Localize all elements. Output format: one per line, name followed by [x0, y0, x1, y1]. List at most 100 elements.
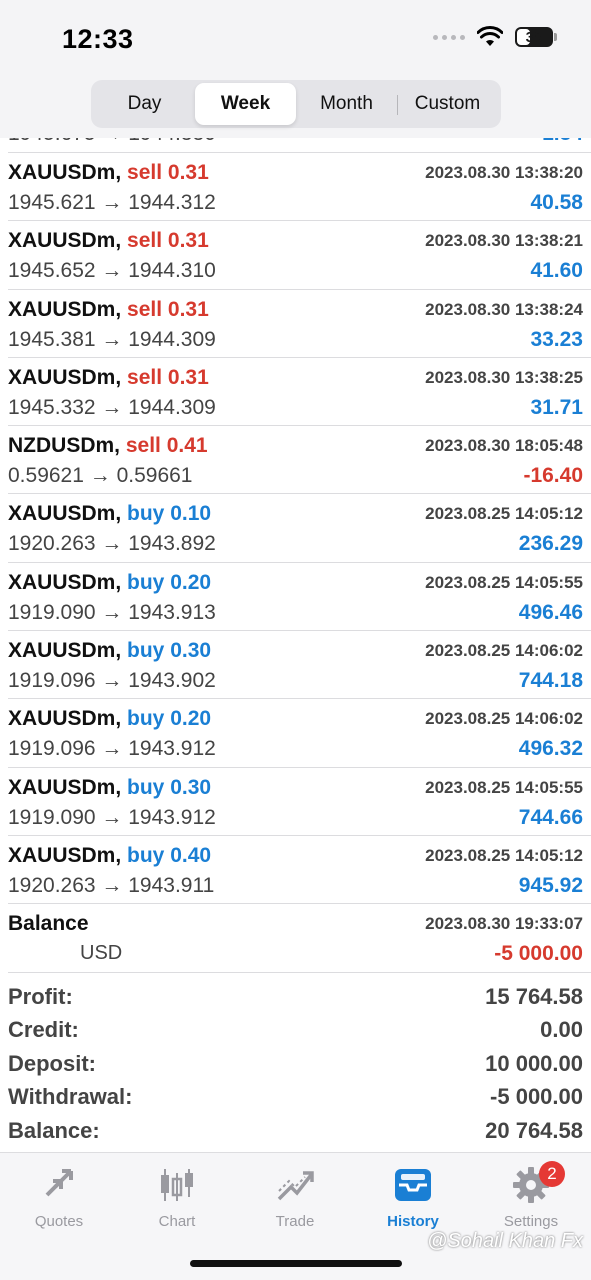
quotes-arrows-icon	[39, 1165, 79, 1205]
trade-prices: 1919.096 → 1943.902	[8, 669, 216, 693]
trade-action: buy 0.30	[127, 775, 212, 799]
trade-action: buy 0.20	[127, 707, 212, 731]
history-list[interactable]: 1945.675 → 1944.330 1.54 XAUUSDm, sell 0…	[0, 110, 591, 973]
tab-label: Settings	[503, 1213, 559, 1230]
trade-profit: 40.58	[530, 191, 583, 214]
trade-prices: 0.59621 → 0.59661	[8, 464, 193, 488]
trade-profit: 945.92	[518, 873, 583, 897]
trade-symbol: XAUUSDm, sell 0.31	[8, 229, 209, 253]
trade-profit: 33.23	[530, 327, 583, 351]
segment-day[interactable]: Day	[94, 83, 195, 125]
tab-trade[interactable]: Trade	[245, 1165, 345, 1245]
trade-prices: 1920.263 → 1943.911	[8, 873, 215, 897]
trade-prices: 1945.381 → 1944.309	[8, 327, 216, 351]
trade-datetime: 2023.08.25 14:05:12	[425, 504, 583, 524]
list-item[interactable]: XAUUSDm, buy 0.30 2023.08.25 14:06:02 1919…	[8, 631, 591, 700]
trade-prices: 1945.652 → 1944.310	[8, 259, 216, 283]
trade-action: sell 0.41	[125, 434, 208, 458]
list-item-balance[interactable]: Balance 2023.08.30 19:33:07 USD -5 000.00	[8, 904, 591, 973]
balance-label: Balance	[8, 912, 89, 936]
cellular-signal-icon	[433, 34, 465, 40]
trade-prices: 1920.263 → 1943.892	[8, 532, 216, 556]
battery-icon: 38	[515, 27, 557, 47]
tab-label: Trade	[275, 1213, 315, 1230]
tab-chart[interactable]: Chart	[127, 1165, 227, 1245]
trade-profit: 496.46	[518, 600, 583, 624]
trade-datetime: 2023.08.25 14:06:02	[425, 641, 583, 661]
trade-symbol: XAUUSDm, buy 0.40	[8, 843, 212, 867]
summary-value: 20 764.58	[485, 1117, 583, 1143]
segment-week[interactable]: Week	[195, 83, 296, 125]
trade-symbol: NZDUSDm, sell 0.41	[8, 434, 208, 458]
history-summary: Profit: 15 764.58 Credit: 0.00 Deposit: 10 00…	[8, 980, 583, 1148]
balance-description: USD	[80, 942, 123, 965]
trade-prices: 1919.090 → 1943.912	[8, 805, 216, 829]
summary-value: 10 000.00	[485, 1050, 583, 1076]
list-item[interactable]: XAUUSDm, sell 0.31 2023.08.30 13:38:20 194…	[8, 153, 591, 222]
balance-datetime: 2023.08.30 19:33:07	[425, 914, 583, 934]
trade-action: sell 0.31	[127, 229, 209, 253]
trade-action: buy 0.30	[127, 639, 212, 663]
list-item[interactable]: NZDUSDm, sell 0.41 2023.08.30 18:05:48 0.5…	[8, 426, 591, 495]
trade-datetime: 2023.08.25 14:05:12	[425, 845, 583, 865]
segment-custom[interactable]: Custom	[397, 83, 498, 125]
tab-quotes[interactable]: Quotes	[9, 1165, 109, 1245]
trade-trend-icon	[275, 1165, 315, 1205]
trade-action: sell 0.31	[127, 297, 209, 321]
list-item[interactable]: XAUUSDm, sell 0.31 2023.08.30 13:38:21 194…	[8, 221, 591, 290]
trade-profit: 31.71	[530, 395, 583, 419]
balance-amount: -5 000.00	[494, 942, 583, 966]
summary-row: Credit: 0.00	[8, 1014, 583, 1048]
settings-notification-badge: 2	[539, 1161, 565, 1187]
watermark: @Sohail Khan Fx	[427, 1230, 583, 1252]
summary-label: Withdrawal:	[8, 1084, 133, 1110]
list-item[interactable]: XAUUSDm, buy 0.10 2023.08.25 14:05:12 1920…	[8, 494, 591, 563]
trade-symbol: XAUUSDm, buy 0.20	[8, 570, 212, 594]
trade-symbol: XAUUSDm, sell 0.31	[8, 365, 209, 389]
summary-label: Deposit:	[8, 1050, 96, 1076]
list-item[interactable]: XAUUSDm, buy 0.20 2023.08.25 14:05:55 1919…	[8, 563, 591, 632]
trade-profit: 41.60	[530, 259, 583, 283]
inbox-tray-icon	[393, 1165, 433, 1205]
trade-datetime: 2023.08.30 18:05:48	[425, 436, 583, 456]
summary-value: -5 000.00	[490, 1084, 583, 1110]
tab-label: Chart	[158, 1213, 196, 1230]
trade-symbol: XAUUSDm, buy 0.30	[8, 639, 212, 663]
trade-datetime: 2023.08.30 13:38:25	[425, 367, 583, 387]
battery-level: 38	[525, 28, 543, 46]
summary-value: 0.00	[540, 1017, 583, 1043]
trade-datetime: 2023.08.30 13:38:20	[425, 163, 583, 182]
status-time: 12:33	[62, 24, 134, 54]
list-item[interactable]: XAUUSDm, buy 0.40 2023.08.25 14:05:12 1920…	[8, 836, 591, 905]
tab-label: Quotes	[34, 1213, 84, 1230]
trade-action: buy 0.10	[127, 502, 212, 526]
trade-symbol: XAUUSDm, buy 0.10	[8, 502, 212, 526]
trade-datetime: 2023.08.25 14:05:55	[425, 572, 583, 592]
trade-datetime: 2023.08.30 13:38:21	[425, 231, 583, 251]
trade-profit: 496.32	[518, 737, 583, 761]
list-item[interactable]: XAUUSDm, buy 0.20 2023.08.25 14:06:02 1919…	[8, 699, 591, 768]
trade-prices: 1945.621 → 1944.312	[8, 191, 216, 214]
trade-datetime: 2023.08.30 13:38:24	[425, 299, 583, 319]
trade-profit: 236.29	[518, 532, 583, 556]
trade-action: sell 0.31	[127, 161, 209, 184]
segment-month[interactable]: Month	[296, 83, 398, 125]
period-segmented-control: Day Week Month Custom	[91, 80, 501, 128]
summary-value: 15 764.58	[485, 983, 583, 1009]
tab-label: History	[387, 1213, 439, 1230]
trade-datetime: 2023.08.25 14:05:55	[425, 777, 583, 797]
trade-action: sell 0.31	[127, 365, 209, 389]
summary-label: Profit:	[8, 983, 73, 1009]
trade-symbol: XAUUSDm, buy 0.20	[8, 707, 212, 731]
trade-symbol: XAUUSDm, sell 0.31	[8, 161, 209, 184]
home-indicator[interactable]	[190, 1260, 402, 1267]
list-item[interactable]: XAUUSDm, buy 0.30 2023.08.25 14:05:55 1919…	[8, 768, 591, 836]
summary-row: Withdrawal: -5 000.00	[8, 1081, 583, 1115]
trade-action: buy 0.20	[127, 570, 212, 594]
status-icons: 38	[433, 26, 557, 48]
trade-prices: 1919.096 → 1943.912	[8, 737, 216, 761]
list-item[interactable]: XAUUSDm, sell 0.31 2023.08.30 13:38:25 194…	[8, 358, 591, 427]
list-item[interactable]: XAUUSDm, sell 0.31 2023.08.30 13:38:24 194…	[8, 290, 591, 358]
trade-prices: 1919.090 → 1943.913	[8, 600, 216, 624]
trade-prices: 1945.332 → 1944.309	[8, 395, 216, 419]
